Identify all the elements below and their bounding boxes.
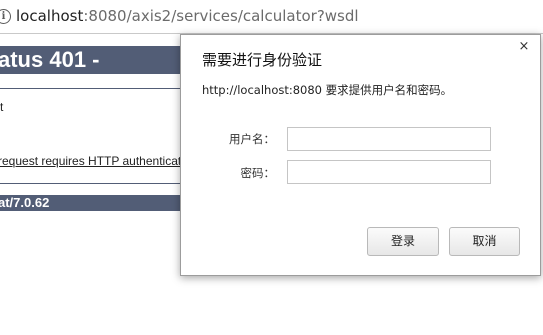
username-field[interactable] (287, 127, 491, 151)
cancel-button[interactable]: 取消 (449, 227, 520, 256)
username-label: 用户名： (229, 132, 275, 146)
close-icon[interactable]: × (517, 40, 531, 54)
dialog-message: http://localhost:8080 要求提供用户名和密码。 (202, 83, 453, 97)
url-text[interactable]: localhost:8080/axis2/services/calculator… (16, 7, 359, 25)
url-host: localhost (16, 7, 84, 25)
address-bar[interactable]: i localhost:8080/axis2/services/calculat… (0, 0, 543, 34)
login-button[interactable]: 登录 (367, 227, 439, 256)
server-footer: at/7.0.62 (0, 195, 190, 211)
error-heading: atus 401 - (0, 46, 190, 74)
url-path: :8080/axis2/services/calculator?wsdl (83, 7, 359, 25)
error-type-text: t (0, 100, 4, 114)
error-description: request requires HTTP authentication (0, 154, 188, 168)
password-label: 密码： (240, 166, 276, 180)
password-field[interactable] (287, 160, 491, 184)
auth-dialog: 需要进行身份验证 × http://localhost:8080 要求提供用户名… (180, 34, 541, 276)
info-icon[interactable]: i (0, 9, 11, 24)
divider (0, 88, 190, 89)
divider (0, 183, 190, 184)
dialog-title: 需要进行身份验证 (202, 51, 323, 69)
